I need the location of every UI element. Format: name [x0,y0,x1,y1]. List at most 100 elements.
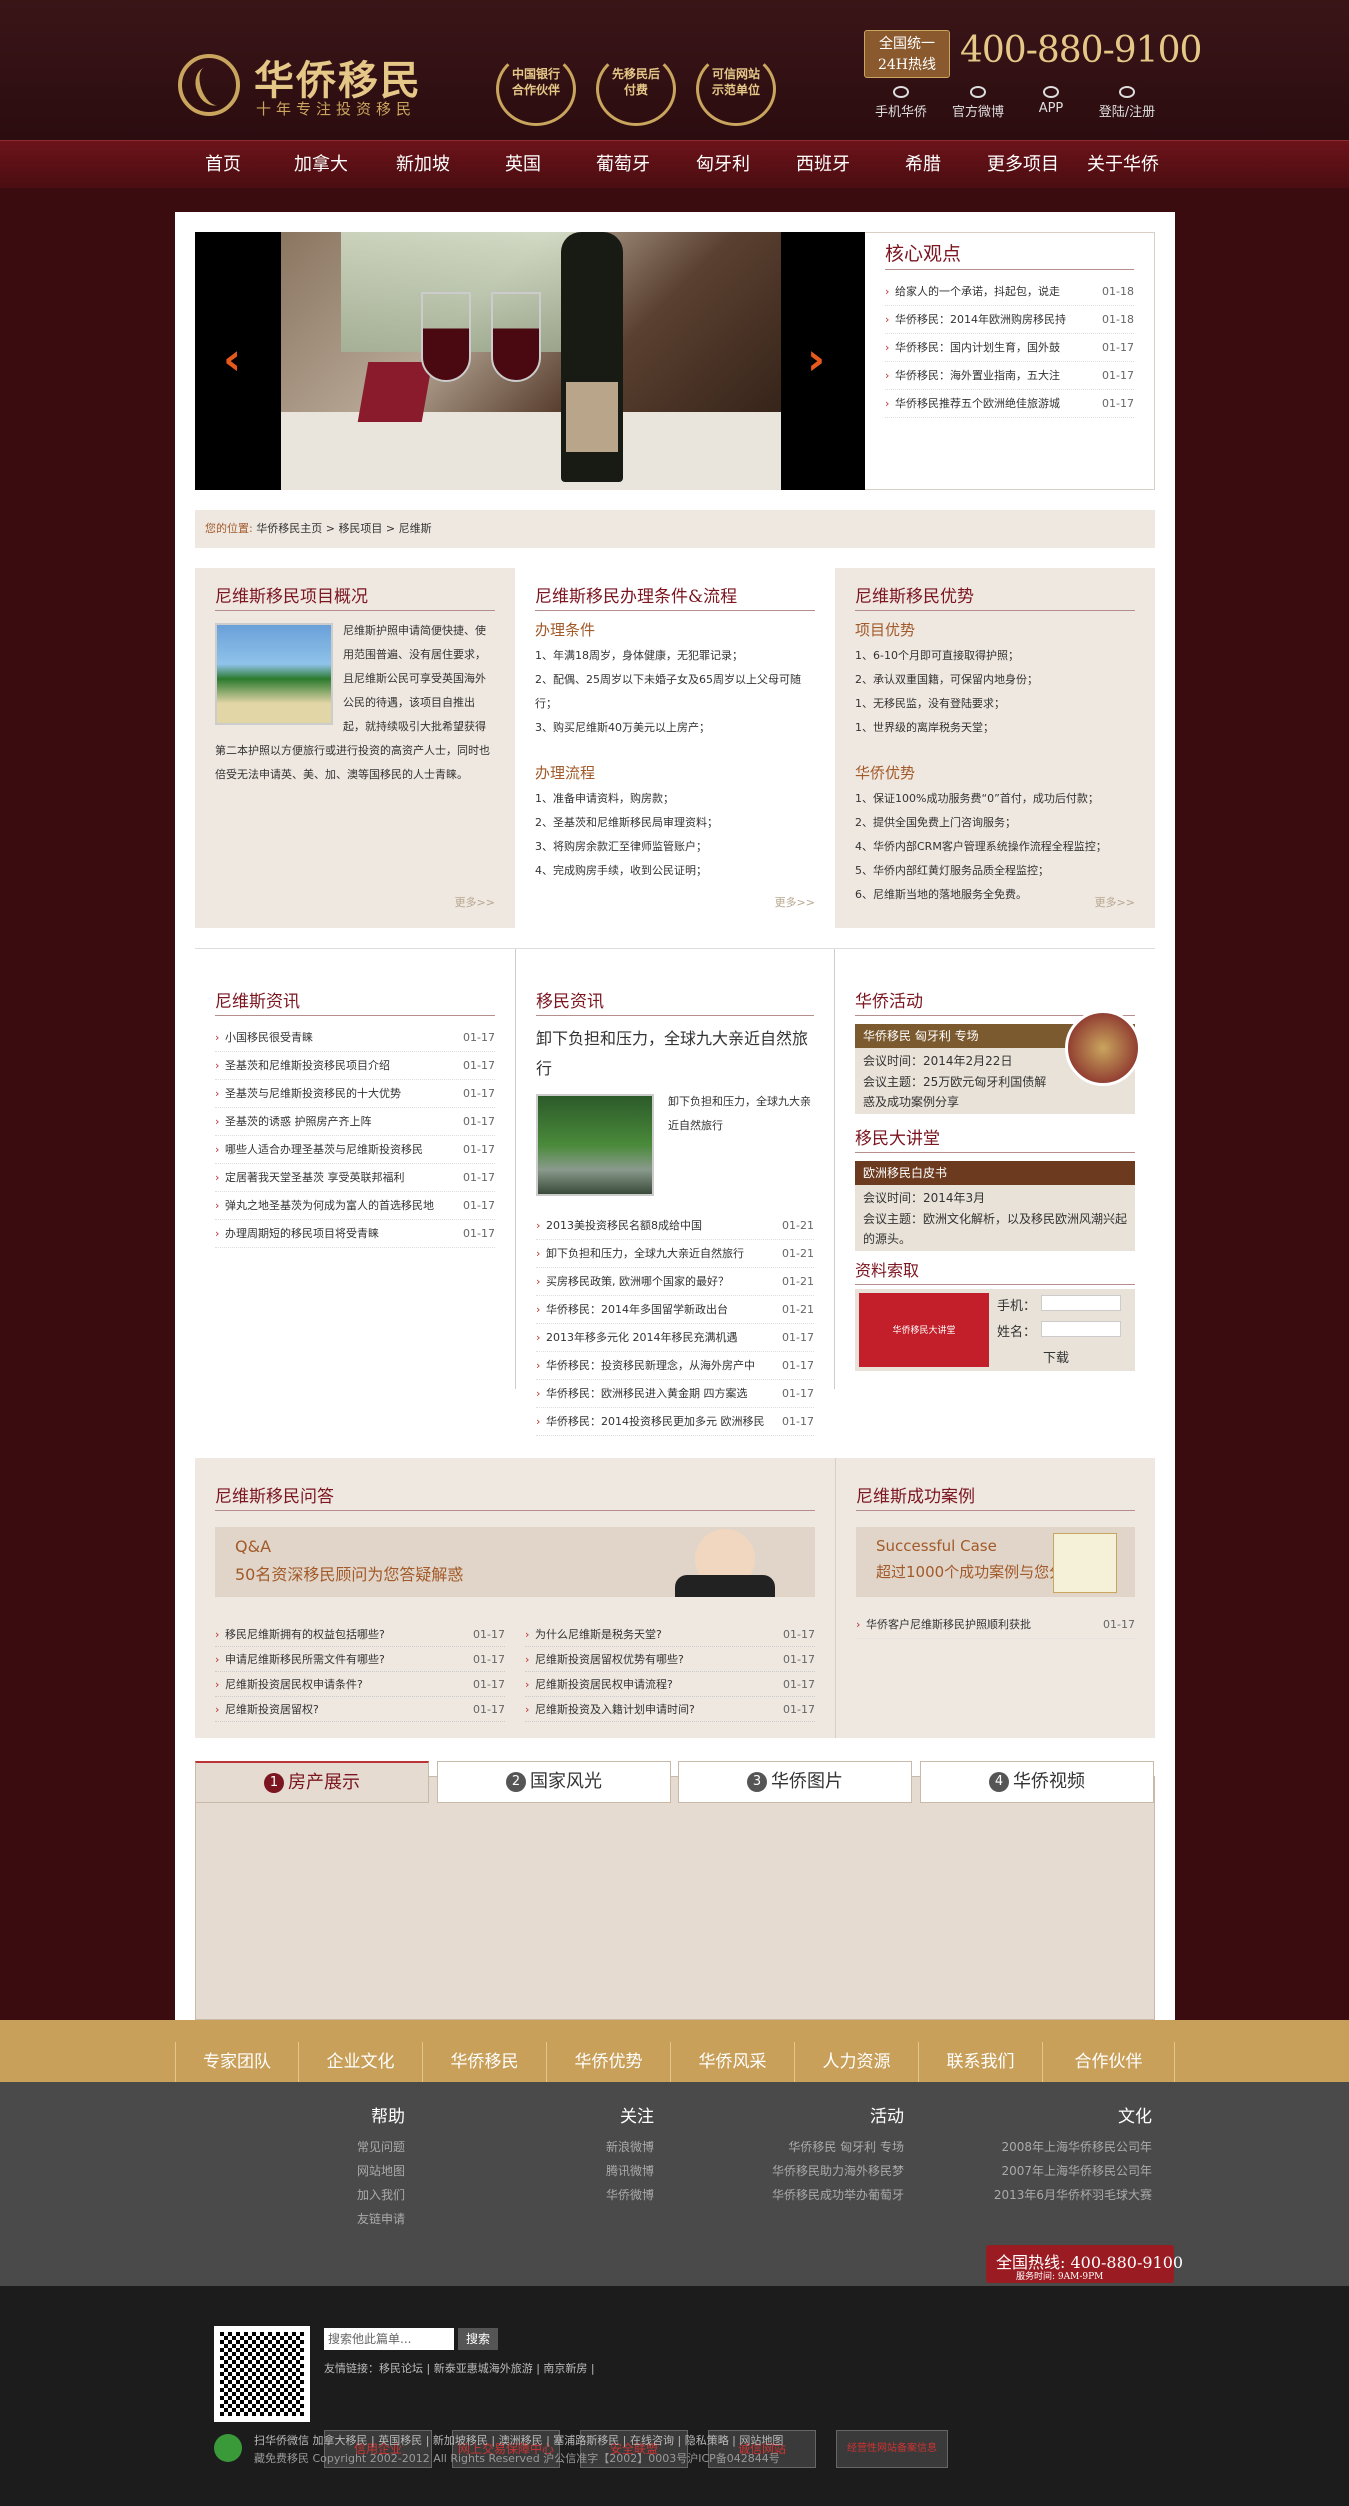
list-item[interactable]: 尼维斯投资居留权?01-17 [215,1697,505,1722]
immigration-news-column: 移民资讯 卸下负担和压力，全球九大亲近自然旅行 卸下负担和压力，全球九大亲近自然… [515,949,835,1436]
slide-image-wine[interactable] [281,232,781,490]
login-link[interactable]: 登陆/注册 [1092,86,1162,120]
nav-singapore[interactable]: 新加坡 [382,141,464,189]
list-item[interactable]: 尼维斯投资居民权申请流程?01-17 [525,1672,815,1697]
gallery-tabs-panel: 1 房产展示 2 国家风光 3 华侨图片 4 华侨视频 [195,1761,1155,2020]
slider-prev-arrow-icon[interactable]: ‹ [223,337,253,383]
list-item[interactable]: 华侨移民：投资移民新理念，从海外房产中01-17 [536,1352,814,1380]
friend-links[interactable]: 友情链接：移民论坛 | 新泰亚惠城海外旅游 | 南京新房 | [324,2360,595,2376]
list-item[interactable]: 办理周期短的移民项目将受青睐01-17 [215,1220,495,1248]
nav-more-projects[interactable]: 更多项目 [978,141,1068,189]
advantages-column: 尼维斯移民优势 项目优势 1、6-10个月即可直接取得护照； 2、承认双重国籍，… [835,568,1155,928]
more-link[interactable]: 更多>> [775,894,815,910]
list-item[interactable]: 弹丸之地圣基茨为何成为富人的首选移民地01-17 [215,1192,495,1220]
footer-nav-item[interactable]: 企业文化 [299,2042,423,2082]
list-item[interactable]: 给家人的一个承诺，抖起包，说走01-18 [885,278,1134,306]
app-link[interactable]: APP [1016,86,1086,116]
breadcrumb-projects[interactable]: 移民项目 [338,522,382,535]
search-button[interactable]: 搜索 [458,2328,498,2350]
cases-banner[interactable]: Successful Case 超过1000个成功案例与您分享 [856,1527,1135,1597]
phone-input[interactable] [1041,1295,1121,1311]
list-item[interactable]: 华侨移民：2014年多国留学新政出台01-21 [536,1296,814,1324]
weibo-link[interactable]: 官方微博 [943,86,1013,120]
advantages-title: 尼维斯移民优势 [855,582,1135,611]
activity-card[interactable]: 华侨移民 匈牙利 专场 会议时间：2014年2月22日 会议主题：25万欧元匈牙… [855,1010,1141,1114]
lecture-head: 欧洲移民白皮书 [855,1161,1135,1185]
list-item[interactable]: 小国移民很受青睐01-17 [215,1024,495,1052]
list-item[interactable]: 圣基茨与尼维斯投资移民的十大优势01-17 [215,1080,495,1108]
footer-hotline: 全国热线: 400-880-9100 服务时间: 9AM-9PM [986,2245,1183,2283]
footer-nav-item[interactable]: 华侨风采 [671,2042,795,2082]
tab-scenery[interactable]: 2 国家风光 [437,1761,671,1803]
list-item[interactable]: 华侨移民：国内计划生育，国外鼓01-17 [885,334,1134,362]
mobile-icon [893,86,909,98]
nav-greece[interactable]: 希腊 [882,141,964,189]
name-input[interactable] [1041,1321,1121,1337]
overview-column: 尼维斯移民项目概况 尼维斯护照申请简便快捷、使用范围普遍、没有居住要求，且尼维斯… [195,568,515,928]
footer-nav-item[interactable]: 华侨移民 [423,2042,547,2082]
list-item[interactable]: 申请尼维斯移民所需文件有哪些?01-17 [215,1647,505,1672]
nav-portugal[interactable]: 葡萄牙 [582,141,664,189]
main-nav: 首页 加拿大 新加坡 英国 葡萄牙 匈牙利 西班牙 希腊 更多项目 关于华侨 [0,140,1349,188]
list-item[interactable]: 为什么尼维斯是税务天堂?01-17 [525,1622,815,1647]
nav-spain[interactable]: 西班牙 [782,141,864,189]
list-item[interactable]: 移民尼维斯拥有的权益包括哪些?01-17 [215,1622,505,1647]
list-item[interactable]: 买房移民政策, 欧洲哪个国家的最好？01-21 [536,1268,814,1296]
nav-hungary[interactable]: 匈牙利 [682,141,764,189]
qiao-advantages-subtitle: 华侨优势 [855,764,916,782]
nature-photo[interactable] [536,1094,654,1196]
hotline-label: 全国统一 24H热线 [864,30,950,78]
nav-about[interactable]: 关于华侨 [1078,141,1168,189]
badge-bank-partner: 中国银行合作伙伴 [488,50,584,130]
cases-title: 尼维斯成功案例 [856,1482,1135,1511]
site-header: 华侨移民 十年专注投资移民 中国银行合作伙伴 先移民后付费 可信网站示范单位 全… [0,0,1349,140]
download-button[interactable]: 下载 [1043,1347,1069,1366]
headline[interactable]: 卸下负担和压力，全球九大亲近自然旅行 [536,1024,814,1084]
badge-pay-later: 先移民后付费 [588,50,684,130]
footer-nav-item[interactable]: 合作伙伴 [1043,2042,1175,2082]
breadcrumb-home[interactable]: 华侨移民主页 [256,522,322,535]
list-item[interactable]: 华侨移民：2014投资移民更加多元 欧洲移民01-17 [536,1408,814,1436]
user-icon [1119,86,1135,98]
list-item[interactable]: 卸下负担和压力，全球九大亲近自然旅行01-21 [536,1240,814,1268]
list-item[interactable]: 尼维斯投资居民权申请条件?01-17 [215,1672,505,1697]
list-item[interactable]: 尼维斯投资及入籍计划申请时间?01-17 [525,1697,815,1722]
list-item[interactable]: 华侨客户尼维斯移民护照顺利获批01-17 [856,1611,1135,1639]
nav-home[interactable]: 首页 [182,141,264,189]
more-link[interactable]: 更多>> [1095,894,1135,910]
tab-property[interactable]: 1 房产展示 [195,1761,429,1803]
core-views-panel: 核心观点 给家人的一个承诺，抖起包，说走01-18 华侨移民：2014年欧洲购房… [865,232,1155,490]
list-item[interactable]: 圣基茨和尼维斯投资移民项目介绍01-17 [215,1052,495,1080]
flow-subtitle: 办理流程 [535,764,596,782]
footer-nav-item[interactable]: 专家团队 [175,2042,299,2082]
lecture-card[interactable]: 欧洲移民白皮书 会议时间：2014年3月 会议主题：欧洲文化解析，以及移民欧洲风… [855,1161,1135,1251]
list-item[interactable]: 尼维斯投资居留权优势有哪些?01-17 [525,1647,815,1672]
site-logo[interactable]: 华侨移民 十年专注投资移民 [178,48,438,128]
tab-videos[interactable]: 4 华侨视频 [920,1761,1154,1803]
list-item[interactable]: 华侨移民：海外置业指南，五大注01-17 [885,362,1134,390]
footer-nav-item[interactable]: 联系我们 [919,2042,1043,2082]
mobile-link[interactable]: 手机华侨 [866,86,936,120]
nav-canada[interactable]: 加拿大 [280,141,362,189]
site-bottom: 搜索他此篇单... 搜索 友情链接：移民论坛 | 新泰亚惠城海外旅游 | 南京新… [0,2286,1349,2506]
cert-record[interactable]: 经营性网站备案信息 [836,2430,948,2468]
project-advantages-subtitle: 项目优势 [855,621,916,639]
list-item[interactable]: 圣基茨的诱惑 护照房产齐上阵01-17 [215,1108,495,1136]
footer-nav-item[interactable]: 人力资源 [795,2042,919,2082]
list-item[interactable]: 华侨移民：欧洲移民进入黄金期 四方案选01-17 [536,1380,814,1408]
footer-col-events: 活动 华侨移民 匈牙利 专场 华侨移民助力海外移民梦 华侨移民成功举办葡萄牙 [771,2107,904,2202]
list-item[interactable]: 华侨移民推荐五个欧洲绝佳旅游城01-17 [885,390,1134,418]
tab-photos[interactable]: 3 华侨图片 [678,1761,912,1803]
slider-next-arrow-icon[interactable]: › [807,337,837,383]
qa-banner[interactable]: Q&A 50名资深移民顾问为您答疑解惑 [215,1527,815,1597]
footer-nav-item[interactable]: 华侨优势 [547,2042,671,2082]
list-item[interactable]: 华侨移民：2014年欧洲购房移民持01-18 [885,306,1134,334]
bottom-links[interactable]: 扫华侨微信 加拿大移民 | 英国移民 | 新加坡移民 | 澳洲移民 | 塞浦路斯… [254,2432,783,2448]
search-input[interactable]: 搜索他此篇单... [324,2328,454,2350]
more-link[interactable]: 更多>> [455,894,495,910]
list-item[interactable]: 哪些人适合办理圣基茨与尼维斯投资移民01-17 [215,1136,495,1164]
nav-uk[interactable]: 英国 [482,141,564,189]
list-item[interactable]: 2013年移多元化 2014年移民充满机遇01-17 [536,1324,814,1352]
list-item[interactable]: 定居著我天堂圣基茨 享受英联邦福利01-17 [215,1164,495,1192]
list-item[interactable]: 2013美投资移民名额8成给中国01-21 [536,1212,814,1240]
